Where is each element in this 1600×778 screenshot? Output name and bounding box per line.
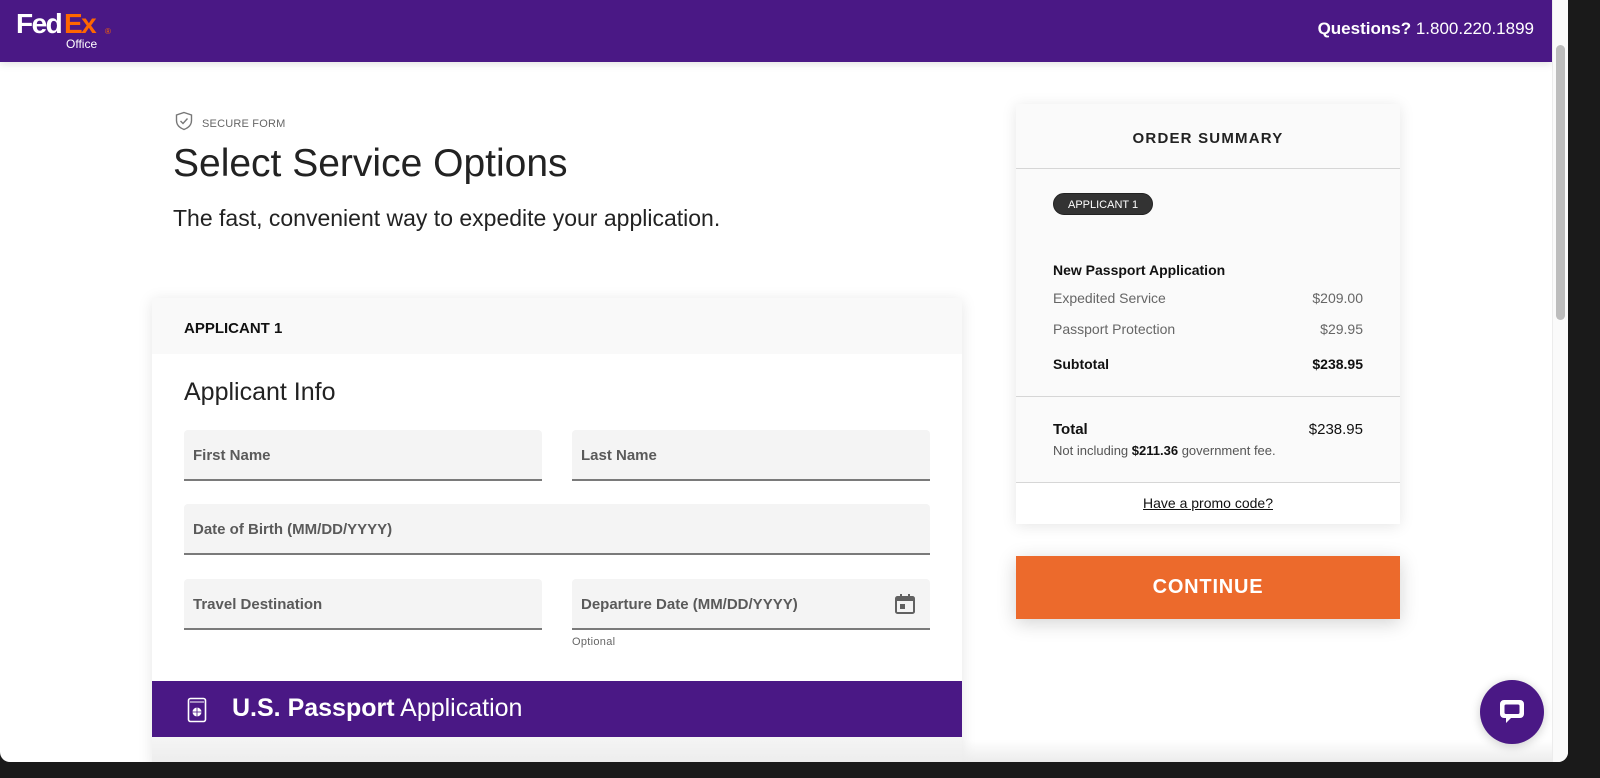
logo-office: Office — [66, 37, 98, 51]
total-amount: $238.95 — [1308, 421, 1363, 438]
order-line-item: Passport Protection $29.95 — [1053, 321, 1363, 337]
browser-viewport: Fed Ex ® Office Questions? 1.800.220.189… — [0, 0, 1568, 762]
order-line-item: Expedited Service $209.00 — [1053, 290, 1363, 306]
applicant-header-label: APPLICANT 1 — [184, 320, 283, 337]
subtotal-label: Subtotal — [1053, 356, 1109, 372]
questions-phone: Questions? 1.800.220.1899 — [1318, 19, 1534, 39]
passport-section-header: U.S. Passport Application — [152, 681, 962, 737]
top-bar: Fed Ex ® Office Questions? 1.800.220.189… — [0, 0, 1552, 62]
window-edge — [1568, 0, 1600, 778]
date-of-birth-field[interactable]: Date of Birth (MM/DD/YYYY) — [184, 504, 930, 555]
order-item-title: New Passport Application — [1053, 262, 1226, 278]
summary-divider — [1016, 396, 1400, 397]
destination-placeholder: Travel Destination — [193, 596, 323, 613]
logo-registered: ® — [105, 27, 111, 36]
logo-fed: Fed — [16, 8, 63, 39]
fee-note-suffix: government fee. — [1181, 443, 1276, 458]
total-row: Total $238.95 — [1053, 421, 1363, 438]
chat-bubble-icon — [1497, 696, 1527, 729]
line-label: Passport Protection — [1053, 321, 1176, 337]
secure-form-label: SECURE FORM — [202, 117, 286, 130]
last-name-placeholder: Last Name — [581, 447, 657, 464]
order-summary-header: ORDER SUMMARY — [1016, 104, 1400, 169]
total-label: Total — [1053, 421, 1088, 438]
line-amount: $29.95 — [1320, 321, 1363, 337]
government-fee-amount: $211.36 — [1131, 443, 1179, 458]
order-summary-panel: ORDER SUMMARY APPLICANT 1 New Passport A… — [1016, 104, 1400, 524]
next-section-preview — [152, 737, 962, 762]
departure-optional-hint: Optional — [572, 636, 616, 648]
promo-area: Have a promo code? — [1016, 483, 1400, 524]
fee-note-prefix: Not including — [1053, 443, 1129, 458]
questions-label: Questions? — [1317, 19, 1412, 38]
passport-section-title: U.S. Passport Application — [232, 694, 522, 723]
page-subtitle: The fast, convenient way to expedite you… — [173, 205, 721, 231]
logo-ex: Ex — [64, 8, 97, 39]
passport-icon — [187, 697, 207, 728]
live-chat-button[interactable] — [1480, 680, 1544, 744]
phone-number[interactable]: 1.800.220.1899 — [1416, 19, 1534, 38]
page-title: Select Service Options — [173, 142, 568, 185]
applicant-card: APPLICANT 1 Applicant Info First Name La… — [152, 298, 962, 762]
shield-check-icon — [174, 111, 194, 136]
subtotal-amount: $238.95 — [1312, 356, 1363, 372]
applicant-card-header: APPLICANT 1 — [152, 298, 962, 354]
first-name-placeholder: First Name — [193, 447, 271, 464]
promo-code-link[interactable]: Have a promo code? — [1143, 495, 1273, 511]
applicant-badge: APPLICANT 1 — [1053, 193, 1154, 215]
first-name-field[interactable]: First Name — [184, 430, 542, 481]
passport-title-bold: U.S. Passport — [232, 694, 395, 722]
secure-form-indicator: SECURE FORM — [174, 111, 285, 136]
travel-destination-field[interactable]: Travel Destination — [184, 579, 542, 630]
departure-date-field[interactable]: Departure Date (MM/DD/YYYY) — [572, 579, 930, 630]
order-summary-title: ORDER SUMMARY — [1132, 130, 1284, 147]
line-label: Expedited Service — [1053, 290, 1166, 306]
page-shadow — [962, 740, 1552, 762]
departure-placeholder: Departure Date (MM/DD/YYYY) — [581, 596, 798, 613]
fedex-office-logo[interactable]: Fed Ex ® Office — [16, 8, 116, 52]
calendar-icon[interactable] — [894, 593, 916, 620]
applicant-info-title: Applicant Info — [184, 378, 336, 406]
dob-placeholder: Date of Birth (MM/DD/YYYY) — [193, 521, 393, 538]
continue-button[interactable]: CONTINUE — [1016, 556, 1400, 619]
page-scrollbar[interactable] — [1552, 0, 1568, 762]
passport-title-light: Application — [400, 694, 523, 722]
last-name-field[interactable]: Last Name — [572, 430, 930, 481]
scrollbar-thumb[interactable] — [1556, 45, 1565, 320]
subtotal-row: Subtotal $238.95 — [1053, 356, 1363, 372]
line-amount: $209.00 — [1312, 290, 1363, 306]
government-fee-note: Not including $211.36 government fee. — [1053, 443, 1276, 458]
